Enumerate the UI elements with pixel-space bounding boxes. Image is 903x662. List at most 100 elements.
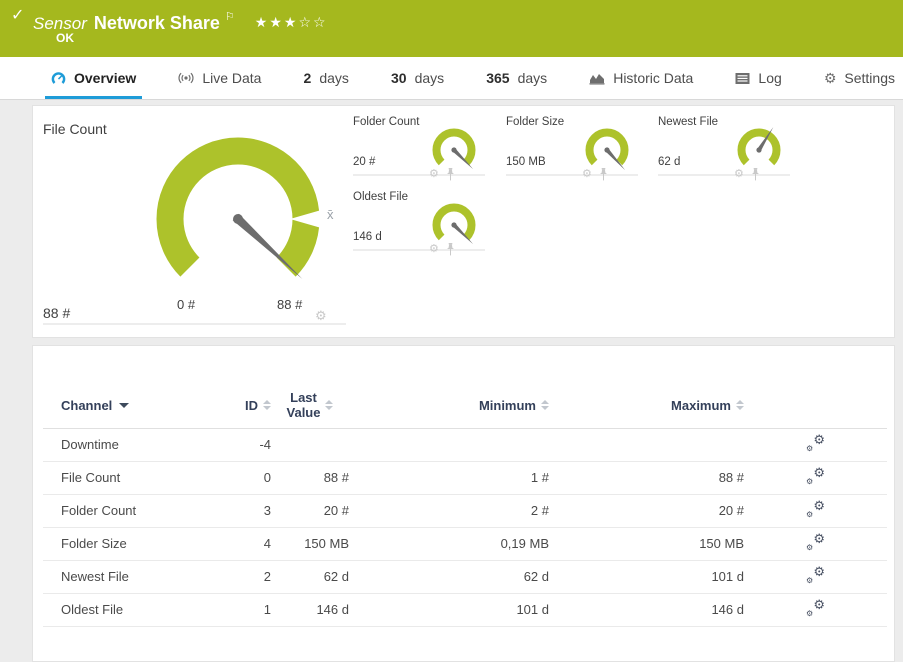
tab-days[interactable]: 30days — [385, 57, 450, 99]
gauges-panel: File Count x̄ 0 # 88 # 88 # ⚙ Folder Cou… — [32, 105, 895, 338]
column-header-maximum[interactable]: Maximum — [549, 382, 744, 428]
priority-flag-icon[interactable]: ⚐ — [225, 11, 235, 23]
cell-channel: Oldest File — [43, 593, 231, 626]
cell-id: 0 — [231, 461, 271, 494]
cell-min: 101 d — [349, 593, 549, 626]
status-badge: OK — [56, 31, 74, 45]
column-header-channel[interactable]: Channel — [43, 382, 231, 428]
gear-icon[interactable]: ⚙ — [582, 169, 592, 180]
channel-settings-icon[interactable]: ⚙⚙ — [806, 468, 825, 485]
column-header-id[interactable]: ID — [231, 382, 271, 428]
gear-icon[interactable]: ⚙ — [315, 309, 327, 322]
cell-last: 150 MB — [271, 527, 349, 560]
tab-days[interactable]: 2days — [298, 57, 355, 99]
cell-last: 146 d — [271, 593, 349, 626]
pin-icon[interactable] — [751, 168, 760, 181]
cell-actions: ⚙⚙ — [744, 494, 887, 527]
channel-row-folder-size: Folder Size4150 MB0,19 MB150 MB⚙⚙ — [43, 527, 887, 560]
sensor-status-banner: ✓ SensorNetwork Share⚐★★★☆☆ OK — [0, 0, 903, 57]
cell-actions: ⚙⚙ — [744, 593, 887, 626]
cell-actions: ⚙⚙ — [744, 461, 887, 494]
tab-overview[interactable]: Overview — [45, 57, 142, 99]
cell-actions: ⚙⚙ — [744, 527, 887, 560]
small-gauge-oldest-file: Oldest File146 d⚙ — [353, 191, 485, 251]
mean-marker-label: x̄ — [327, 207, 334, 222]
tab-live-data[interactable]: Live Data — [172, 57, 267, 99]
cell-min — [349, 428, 549, 461]
column-header-last-value[interactable]: Last Value — [271, 382, 349, 428]
cell-min: 2 # — [349, 494, 549, 527]
cell-max: 101 d — [549, 560, 744, 593]
small-gauge-title: Folder Count — [353, 116, 419, 128]
channel-row-oldest-file: Oldest File1146 d101 d146 d⚙⚙ — [43, 593, 887, 626]
cell-channel: Folder Count — [43, 494, 231, 527]
cell-max: 88 # — [549, 461, 744, 494]
gear-icon[interactable]: ⚙ — [429, 169, 439, 180]
pin-icon[interactable] — [446, 168, 455, 181]
ok-check-icon: ✓ — [11, 8, 24, 24]
small-gauge-newest-file: Newest File62 d⚙ — [658, 116, 790, 176]
primary-gauge-cell: File Count x̄ 0 # 88 # 88 # ⚙ — [43, 113, 346, 325]
star-rating[interactable]: ★★★☆☆ — [255, 14, 328, 30]
cell-actions: ⚙⚙ — [744, 560, 887, 593]
channel-row-folder-count: Folder Count320 #2 #20 #⚙⚙ — [43, 494, 887, 527]
cell-channel: Downtime — [43, 428, 231, 461]
gauge-scale-min: 0 # — [177, 297, 195, 312]
sort-icon — [325, 400, 333, 410]
cell-id: 4 — [231, 527, 271, 560]
tab-log[interactable]: Log — [729, 57, 787, 99]
primary-gauge-controls: ⚙ — [315, 309, 334, 322]
cell-id: 1 — [231, 593, 271, 626]
sort-desc-icon — [119, 403, 129, 408]
cell-max: 20 # — [549, 494, 744, 527]
column-header-actions — [744, 382, 887, 428]
small-gauge-value: 62 d — [658, 156, 680, 168]
cell-last: 62 d — [271, 560, 349, 593]
cell-channel: File Count — [43, 461, 231, 494]
cell-last — [271, 428, 349, 461]
channel-settings-icon[interactable]: ⚙⚙ — [806, 534, 825, 551]
cell-min: 0,19 MB — [349, 527, 549, 560]
small-gauge-title: Oldest File — [353, 191, 408, 203]
tab-days[interactable]: 365days — [480, 57, 553, 99]
channel-settings-icon[interactable]: ⚙⚙ — [806, 567, 825, 584]
cell-id: -4 — [231, 428, 271, 461]
gear-icon[interactable]: ⚙ — [734, 169, 744, 180]
sensor-title: Network Share — [94, 13, 220, 33]
cell-actions: ⚙⚙ — [744, 428, 887, 461]
small-gauge-value: 146 d — [353, 231, 382, 243]
primary-gauge-value: 88 # — [43, 305, 70, 321]
historic-icon — [589, 71, 605, 85]
cell-last: 88 # — [271, 461, 349, 494]
small-gauge-title: Newest File — [658, 116, 718, 128]
live-icon — [178, 71, 194, 85]
cell-channel: Folder Size — [43, 527, 231, 560]
small-gauge-title: Folder Size — [506, 116, 564, 128]
channel-settings-icon[interactable]: ⚙⚙ — [806, 435, 825, 452]
channel-settings-icon[interactable]: ⚙⚙ — [806, 501, 825, 518]
sensor-heading: SensorNetwork Share⚐★★★☆☆ — [33, 6, 328, 35]
gauge-icon — [51, 71, 66, 86]
cell-min: 1 # — [349, 461, 549, 494]
small-gauge-folder-size: Folder Size150 MB⚙ — [506, 116, 638, 176]
sort-icon — [541, 400, 549, 410]
gauge-scale-max: 88 # — [277, 297, 302, 312]
cell-max: 150 MB — [549, 527, 744, 560]
pin-icon[interactable] — [446, 243, 455, 256]
settings-icon: ⚙ — [824, 71, 837, 85]
cell-last: 20 # — [271, 494, 349, 527]
cell-id: 2 — [231, 560, 271, 593]
pin-icon[interactable] — [599, 168, 608, 181]
gear-icon[interactable]: ⚙ — [429, 244, 439, 255]
channel-row-downtime: Downtime-4 ⚙⚙ — [43, 428, 887, 461]
channel-row-newest-file: Newest File262 d62 d101 d⚙⚙ — [43, 560, 887, 593]
channel-row-file-count: File Count088 #1 #88 #⚙⚙ — [43, 461, 887, 494]
sort-icon — [263, 400, 271, 410]
channel-table: ChannelIDLast ValueMinimumMaximum Downti… — [43, 382, 887, 627]
file-count-gauge — [143, 124, 333, 314]
channel-settings-icon[interactable]: ⚙⚙ — [806, 600, 825, 617]
tab-historic-data[interactable]: Historic Data — [583, 57, 699, 99]
column-header-minimum[interactable]: Minimum — [349, 382, 549, 428]
tab-settings[interactable]: ⚙Settings — [818, 57, 901, 99]
small-gauge-folder-count: Folder Count20 #⚙ — [353, 116, 485, 176]
